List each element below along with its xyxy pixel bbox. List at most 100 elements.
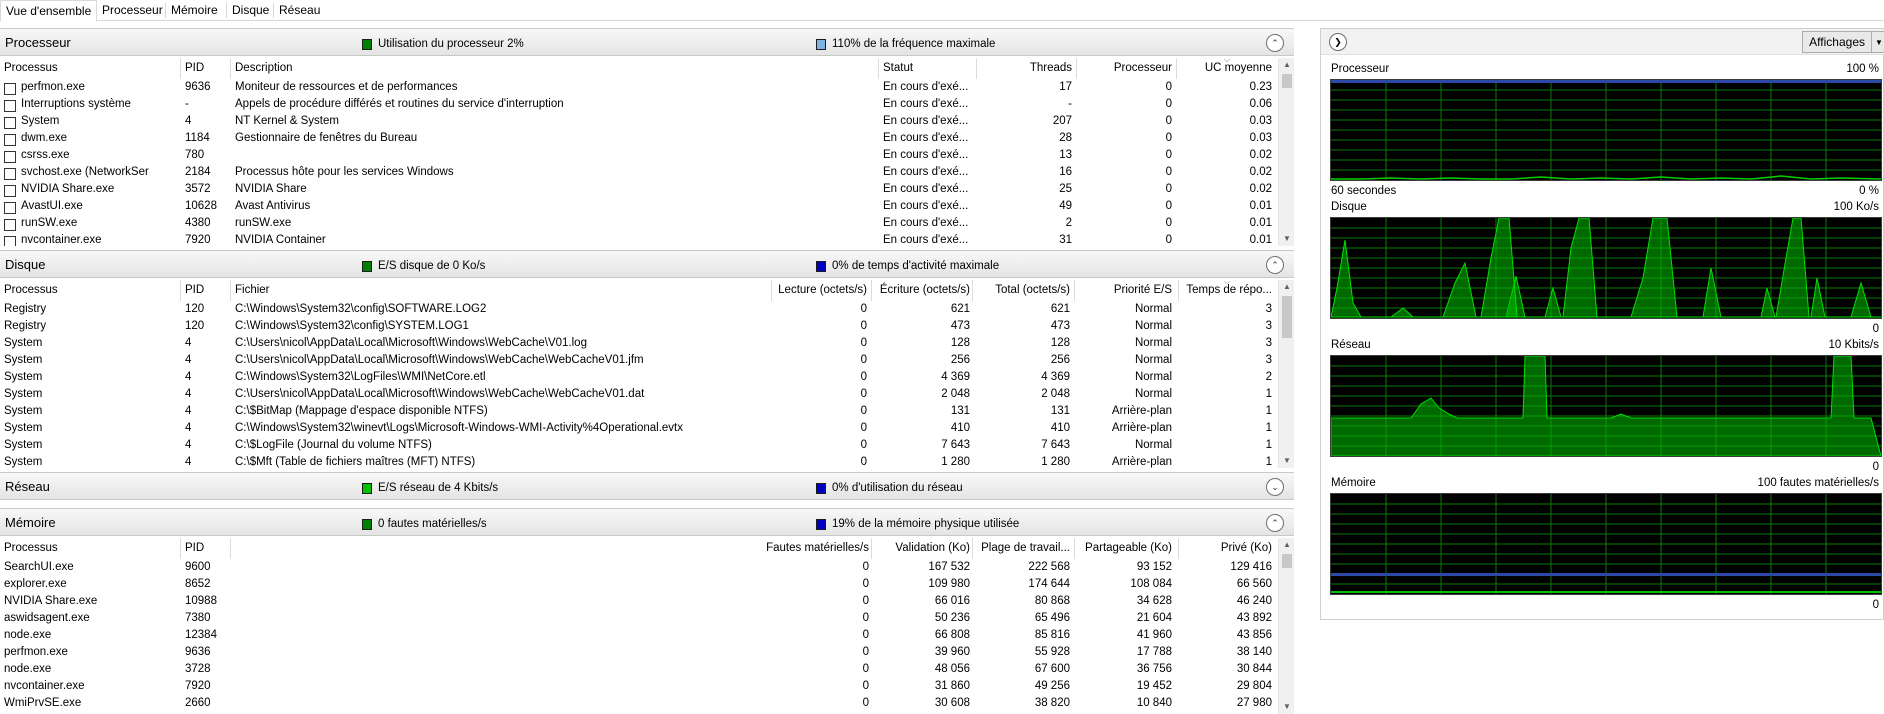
table-row[interactable]: System 4 NT Kernel & System En cours d'exé.… — [0, 113, 1278, 130]
table-cell: 1 280 — [1041, 456, 1070, 468]
vertical-scrollbar[interactable]: ▲ ▼ — [1278, 280, 1294, 468]
table-row[interactable]: svchost.exe (NetworkService... 2184 Proces… — [0, 164, 1278, 181]
table-cell: 7920 — [185, 680, 211, 692]
table-row[interactable]: System 4 C:\$Mft (Table de fichiers maître… — [0, 454, 1278, 468]
table-row[interactable]: perfmon.exe 9636 Moniteur de ressources et… — [0, 79, 1278, 96]
table-row[interactable]: Registry 120 C:\Windows\System32\config\SY… — [0, 318, 1278, 335]
table-cell: System — [4, 388, 43, 400]
memory-section-header[interactable]: Mémoire 0 fautes matérielles/s 19% de la… — [0, 508, 1294, 536]
process-checkbox[interactable] — [4, 236, 16, 246]
scroll-up-icon[interactable]: ▲ — [1279, 58, 1294, 72]
column-header-5[interactable]: Partageable (Ko) — [1078, 542, 1172, 554]
table-cell: 9600 — [185, 561, 211, 573]
table-cell: 41 960 — [1136, 629, 1172, 641]
table-row[interactable]: node.exe 12384 0 66 808 85 816 41 960 43 856 — [0, 627, 1278, 644]
column-header-1[interactable]: PID — [185, 542, 225, 554]
table-row[interactable]: System 4 C:\Windows\System32\LogFiles\WMI\… — [0, 369, 1278, 386]
table-row[interactable]: System 4 C:\Windows\System32\winevt\Logs\M… — [0, 420, 1278, 437]
table-cell: 67 600 — [1034, 663, 1070, 675]
scrollbar-thumb[interactable] — [1282, 554, 1292, 568]
column-header-1[interactable]: PID — [185, 284, 225, 296]
table-cell: 0 — [862, 629, 869, 641]
table-row[interactable]: NVIDIA Share.exe 10988 0 66 016 80 868 34 628… — [0, 593, 1278, 610]
column-header-5[interactable]: Processeur — [1080, 62, 1172, 74]
table-row[interactable]: AvastUI.exe 10628 Avast Antivirus En cours … — [0, 198, 1278, 215]
table-row[interactable]: node.exe 3728 0 48 056 67 600 36 756 30 844 — [0, 661, 1278, 678]
table-cell: 30 844 — [1236, 663, 1272, 675]
scrollbar-thumb[interactable] — [1282, 74, 1292, 88]
tab-cpu[interactable]: Processeur — [97, 0, 168, 21]
column-header-4[interactable]: Écriture (octets/s) — [874, 284, 970, 296]
table-row[interactable]: System 4 C:\Users\nicol\AppData\Local\Micr… — [0, 335, 1278, 352]
tab-memory[interactable]: Mémoire — [166, 0, 223, 21]
column-header-5[interactable]: Total (octets/s) — [976, 284, 1070, 296]
table-cell: Normal — [1134, 320, 1172, 332]
section-title: Disque — [5, 257, 46, 272]
process-checkbox[interactable] — [4, 134, 16, 146]
column-header-0[interactable]: Processus — [4, 284, 149, 296]
column-header-1[interactable]: PID — [185, 62, 225, 74]
table-row[interactable]: NVIDIA Share.exe 3572 NVIDIA Share En cours… — [0, 181, 1278, 198]
process-checkbox[interactable] — [4, 117, 16, 129]
column-header-2[interactable]: Description — [235, 62, 875, 74]
column-header-4[interactable]: Plage de travail... — [976, 542, 1070, 554]
table-cell: 0 — [860, 388, 867, 400]
table-row[interactable]: Interruptions système - Appels de procédur… — [0, 96, 1278, 113]
table-row[interactable]: perfmon.exe 9636 0 39 960 55 928 17 788 38 140 — [0, 644, 1278, 661]
process-checkbox[interactable] — [4, 83, 16, 95]
table-cell: C:\$Mft (Table de fichiers maîtres (MFT)… — [235, 456, 476, 468]
chevron-up-icon[interactable]: ⌃ — [1266, 514, 1284, 532]
column-header-3[interactable]: Validation (Ko) — [874, 542, 970, 554]
chevron-up-icon[interactable]: ⌃ — [1266, 256, 1284, 274]
table-row[interactable]: System 4 C:\Users\nicol\AppData\Local\Micr… — [0, 352, 1278, 369]
chevron-right-icon[interactable]: ❯ — [1329, 33, 1347, 51]
scrollbar-thumb[interactable] — [1282, 296, 1292, 338]
table-cell: C:\Windows\System32\config\SYSTEM.LOG1 — [235, 320, 469, 332]
table-row[interactable]: System 4 C:\$BitMap (Mappage d'espace disp… — [0, 403, 1278, 420]
process-checkbox[interactable] — [4, 185, 16, 197]
table-cell: 66 016 — [934, 595, 970, 607]
views-dropdown[interactable]: Affichages ▼ — [1802, 31, 1884, 53]
network-section-header[interactable]: Réseau E/S réseau de 4 Kbits/s 0% d'util… — [0, 472, 1294, 500]
vertical-scrollbar[interactable]: ▲ ▼ — [1278, 538, 1294, 714]
scroll-up-icon[interactable]: ▲ — [1279, 280, 1294, 294]
table-row[interactable]: WmiPrvSE.exe 2660 0 30 608 38 820 10 840 27 98… — [0, 695, 1278, 712]
table-row[interactable]: Registry 120 C:\Windows\System32\config\SO… — [0, 301, 1278, 318]
table-row[interactable]: csrss.exe 780 En cours d'exé... 13 0 0.02 — [0, 147, 1278, 164]
process-checkbox[interactable] — [4, 202, 16, 214]
table-row[interactable]: System 4 C:\$LogFile (Journal du volume NT… — [0, 437, 1278, 454]
column-header-3[interactable]: Lecture (octets/s) — [775, 284, 867, 296]
table-row[interactable]: runSW.exe 4380 runSW.exe En cours d'exé... 2… — [0, 215, 1278, 232]
column-header-0[interactable]: Processus — [4, 62, 149, 74]
table-row[interactable]: explorer.exe 8652 0 109 980 174 644 108 084 66… — [0, 576, 1278, 593]
graph-min-memory: 0 — [1872, 599, 1879, 611]
table-row[interactable]: System 4 C:\Users\nicol\AppData\Local\Micr… — [0, 386, 1278, 403]
scroll-down-icon[interactable]: ▼ — [1279, 700, 1294, 714]
column-header-6[interactable]: Priorité E/S — [1078, 284, 1172, 296]
process-checkbox[interactable] — [4, 100, 16, 112]
column-header-2[interactable]: Fichier — [235, 284, 765, 296]
tab-overview[interactable]: Vue d'ensemble — [0, 0, 98, 22]
column-header-0[interactable]: Processus — [4, 542, 149, 554]
tab-disk[interactable]: Disque — [227, 0, 274, 21]
tab-network[interactable]: Réseau — [274, 0, 325, 21]
chevron-down-icon[interactable]: ⌄ — [1266, 478, 1284, 496]
process-checkbox[interactable] — [4, 219, 16, 231]
column-header-3[interactable]: Statut — [883, 62, 971, 74]
table-row[interactable]: SearchUI.exe 9600 0 167 532 222 568 93 152 129… — [0, 559, 1278, 576]
table-row[interactable]: dwm.exe 1184 Gestionnaire de fenêtres du B… — [0, 130, 1278, 147]
column-header-6[interactable]: Privé (Ko) — [1182, 542, 1272, 554]
cpu-section-header[interactable]: Processeur Utilisation du processeur 2% … — [0, 28, 1294, 56]
process-checkbox[interactable] — [4, 151, 16, 163]
process-checkbox[interactable] — [4, 168, 16, 180]
column-header-4[interactable]: Threads — [980, 62, 1072, 74]
scroll-down-icon[interactable]: ▼ — [1279, 232, 1294, 246]
vertical-scrollbar[interactable]: ▲ ▼ — [1278, 58, 1294, 246]
table-row[interactable]: nvcontainer.exe 7920 0 31 860 49 256 19 452 29… — [0, 678, 1278, 695]
disk-section-header[interactable]: Disque E/S disque de 0 Ko/s 0% de temps … — [0, 250, 1294, 278]
table-row[interactable]: aswidsagent.exe 7380 0 50 236 65 496 21 604 43… — [0, 610, 1278, 627]
chevron-up-icon[interactable]: ⌃ — [1266, 34, 1284, 52]
scroll-down-icon[interactable]: ▼ — [1279, 454, 1294, 468]
table-row[interactable]: nvcontainer.exe 7920 NVIDIA Container En co… — [0, 232, 1278, 246]
scroll-up-icon[interactable]: ▲ — [1279, 538, 1294, 552]
